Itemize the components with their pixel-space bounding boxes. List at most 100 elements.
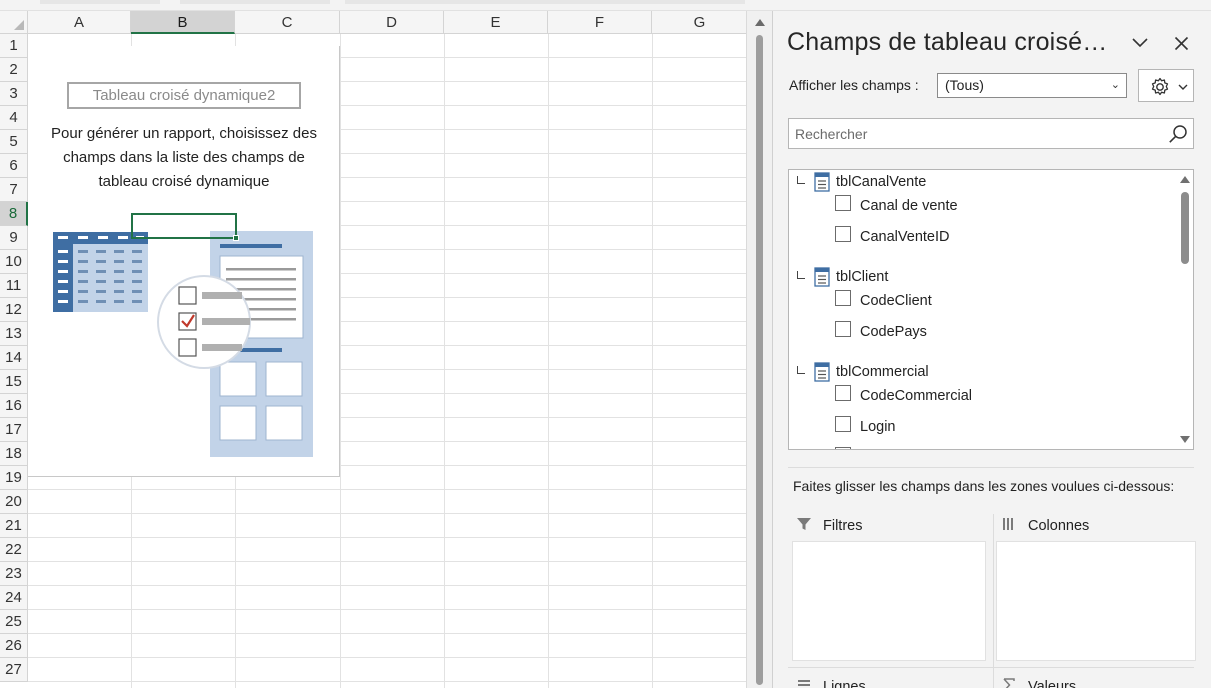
scroll-up-arrow-icon[interactable] [1180,176,1190,183]
row-header-26[interactable]: 26 [0,634,28,658]
row-header-6[interactable]: 6 [0,154,28,178]
zone-separator [993,514,994,688]
pivot-fields-pane: Champs de tableau croisé… Afficher les c… [772,11,1211,688]
chevron-down-icon [1178,84,1188,90]
tools-button[interactable] [1138,69,1194,102]
active-cell[interactable] [131,213,239,241]
pane-title: Champs de tableau croisé… [787,28,1108,56]
table-icon [814,172,830,192]
collapse-icon[interactable] [797,176,805,184]
field-item[interactable]: Canal de vente [835,195,1165,217]
field-item[interactable]: CodePays [835,321,1165,343]
row-header-11[interactable]: 11 [0,274,28,298]
row-header-5[interactable]: 5 [0,130,28,154]
field-checkbox[interactable] [835,290,851,306]
row-header-2[interactable]: 2 [0,58,28,82]
scrollbar-thumb[interactable] [1181,192,1189,264]
row-header-7[interactable]: 7 [0,178,28,202]
row-header-1[interactable]: 1 [0,34,28,58]
row-header-10[interactable]: 10 [0,250,28,274]
field-name: CodeCommercial [860,388,973,404]
column-header-f[interactable]: F [548,11,652,34]
row-header-27[interactable]: 27 [0,658,28,682]
close-icon[interactable] [1174,36,1189,51]
pivot-illustration [53,231,313,457]
row-header-12[interactable]: 12 [0,298,28,322]
collapse-icon[interactable] [797,271,805,279]
row-header-13[interactable]: 13 [0,322,28,346]
column-header-d[interactable]: D [340,11,444,34]
field-checkbox[interactable] [835,447,851,449]
field-item[interactable]: CodeCommercial [835,385,1165,407]
column-header-e[interactable]: E [444,11,548,34]
row-header-19[interactable]: 19 [0,466,28,490]
excel-window: ABCDEFG 1 2 3 4 5 6 7 8 9 10 11 12 13 14 15 16 17 18 19 20 2… [0,0,1211,688]
column-header-b[interactable]: B [131,11,235,34]
chevron-down-icon: ⌄ [1110,79,1120,91]
field-item[interactable] [835,447,1165,449]
field-name: Canal de vente [860,198,958,214]
row-header-4[interactable]: 4 [0,106,28,130]
field-checkbox[interactable] [835,321,851,337]
select-all-corner[interactable] [0,11,28,34]
values-zone-title: Valeurs [1028,679,1077,688]
row-header-9[interactable]: 9 [0,226,28,250]
field-list-scrollbar[interactable] [1176,170,1193,449]
collapse-icon[interactable] [797,366,805,374]
sheet-grid[interactable]: ABCDEFG 1 2 3 4 5 6 7 8 9 10 11 12 13 14 15 16 17 18 19 20 2… [0,11,746,688]
table-node[interactable]: tblCommercial [789,362,1169,384]
field-checkbox[interactable] [835,195,851,211]
row-header-17[interactable]: 17 [0,418,28,442]
row-header-21[interactable]: 21 [0,514,28,538]
row-header-25[interactable]: 25 [0,610,28,634]
row-header-22[interactable]: 22 [0,538,28,562]
search-icon[interactable] [1168,124,1188,144]
columns-drop-zone[interactable] [996,541,1196,661]
filter-icon [797,518,811,530]
column-header-g[interactable]: G [652,11,746,34]
pane-divider[interactable] [788,467,1194,468]
show-fields-select[interactable]: (Tous) ⌄ [937,73,1127,98]
table-node[interactable]: tblCanalVente [789,172,1169,194]
field-item[interactable]: Login [835,416,1165,438]
row-header-16[interactable]: 16 [0,394,28,418]
table-node[interactable]: tblClient [789,267,1169,289]
column-header-c[interactable]: C [235,11,340,34]
pivot-instructions: Pour générer un rapport, choisissez des … [36,122,332,194]
field-checkbox[interactable] [835,385,851,401]
scroll-up-arrow-icon[interactable] [755,19,765,26]
fill-handle[interactable] [233,235,239,241]
chevron-down-icon[interactable] [1131,37,1149,49]
row-header-18[interactable]: 18 [0,442,28,466]
row-header-8[interactable]: 8 [0,202,28,226]
sigma-icon [1003,678,1015,688]
field-search-box[interactable] [788,118,1194,149]
sheet-vertical-scrollbar[interactable] [746,11,772,688]
field-checkbox[interactable] [835,226,851,242]
row-header-15[interactable]: 15 [0,370,28,394]
field-name: CodeClient [860,293,932,309]
scroll-down-arrow-icon[interactable] [1180,436,1190,443]
table-icon [814,267,830,287]
row-header-3[interactable]: 3 [0,82,28,106]
top-strip [0,0,1211,11]
row-header-23[interactable]: 23 [0,562,28,586]
pivot-placeholder[interactable]: Tableau croisé dynamique2 Pour générer u… [28,46,340,477]
table-name: tblCanalVente [836,174,927,190]
row-header-14[interactable]: 14 [0,346,28,370]
scrollbar-thumb[interactable] [756,35,763,685]
field-list[interactable]: tblCanalVente Canal de vente CanalVenteI… [788,169,1194,450]
row-header-20[interactable]: 20 [0,490,28,514]
drag-hint: Faites glisser les champs dans les zones… [793,478,1175,494]
column-header-a[interactable]: A [28,11,131,34]
field-item[interactable]: CanalVenteID [835,226,1165,248]
field-item[interactable]: CodeClient [835,290,1165,312]
rows-zone-title: Lignes [823,679,866,688]
field-checkbox[interactable] [835,416,851,432]
columns-zone-title: Colonnes [1028,518,1090,534]
row-header-24[interactable]: 24 [0,586,28,610]
table-name: tblClient [836,269,889,285]
search-input[interactable] [795,122,1155,145]
field-name: Login [860,419,896,435]
filters-drop-zone[interactable] [792,541,986,661]
